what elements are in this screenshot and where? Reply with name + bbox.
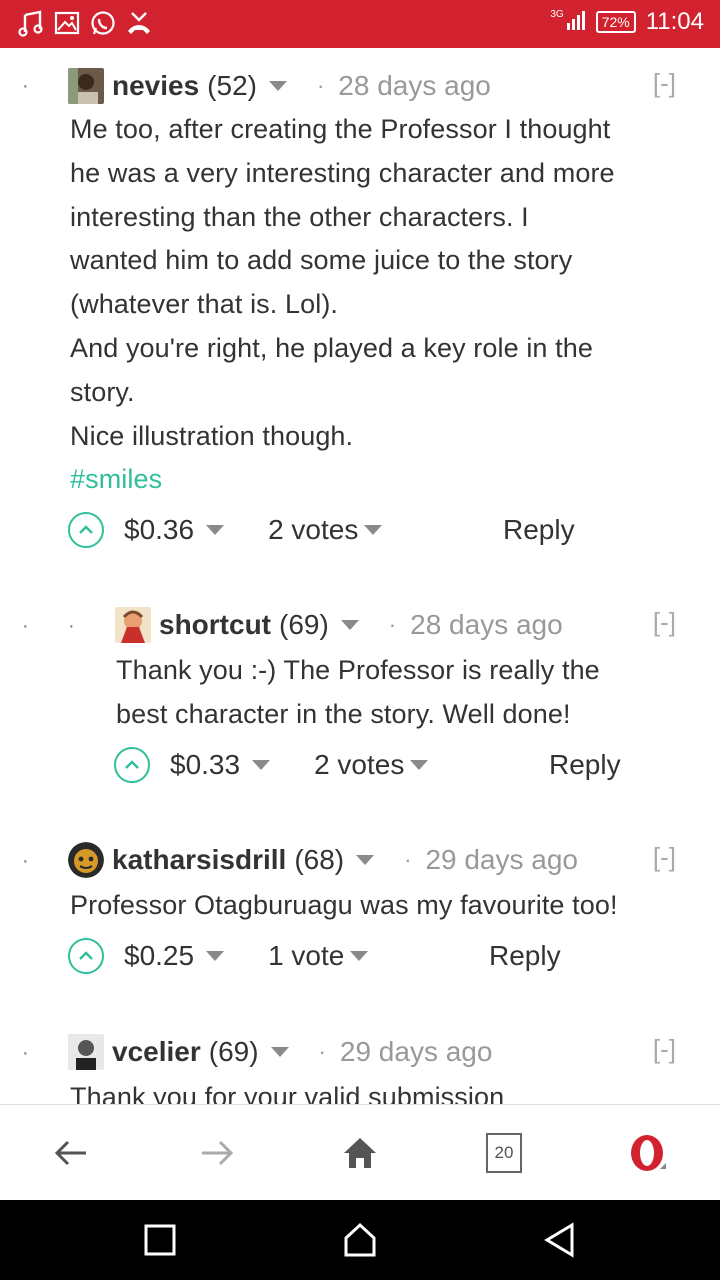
author-reputation: (52) — [207, 70, 257, 101]
chevron-up-icon — [125, 760, 139, 769]
payout-value[interactable]: $0.33 — [170, 749, 240, 781]
opera-menu-button[interactable] — [626, 1131, 670, 1175]
comment-line: Professor Otagburuagu was my favourite t… — [70, 890, 618, 920]
comment-date[interactable]: 29 days ago — [340, 1036, 493, 1068]
comment-body: Thank you for your valid submission — [70, 1076, 710, 1104]
chevron-up-icon — [79, 951, 93, 960]
avatar[interactable] — [68, 842, 104, 878]
comment-line: Me too, after creating the Professor I t… — [70, 114, 611, 144]
upvote-button[interactable] — [114, 747, 150, 783]
missed-call-icon — [126, 9, 152, 42]
system-navbar — [0, 1200, 720, 1280]
comment-line: Nice illustration though. — [70, 420, 354, 451]
arrow-left-icon — [54, 1140, 86, 1166]
thread-dot: · — [22, 850, 29, 872]
thread-dot: · — [22, 75, 29, 97]
chevron-down-icon[interactable] — [268, 81, 287, 91]
avatar[interactable] — [68, 68, 104, 104]
thread-dot: · — [22, 615, 29, 637]
status-bar: 3G 72% 11:04 — [0, 0, 720, 48]
author-name[interactable]: katharsisdrill — [112, 844, 286, 876]
home-icon — [344, 1138, 376, 1168]
upvote-button[interactable] — [68, 512, 104, 548]
author-reputation: (68) — [294, 844, 345, 875]
comment-line: Thank you :-) The Professor is really th… — [116, 655, 600, 685]
reply-button[interactable]: Reply — [489, 940, 561, 972]
comment-line: wanted him to add some juice to the stor… — [70, 245, 573, 276]
collapse-button[interactable]: [-] — [653, 1034, 676, 1065]
comment-line: best character in the story. Well done! — [116, 698, 571, 729]
whatsapp-icon — [90, 9, 116, 42]
arrow-right-icon — [202, 1140, 234, 1166]
network-type: 3G — [550, 8, 564, 20]
comment-line: interesting than the other characters. I — [70, 201, 529, 232]
comment-body: Thank you :-) The Professor is really th… — [116, 649, 706, 737]
home-nav-icon[interactable] — [342, 1222, 378, 1258]
browser-navbar: 20 — [0, 1104, 720, 1200]
home-button[interactable] — [338, 1131, 382, 1175]
chevron-down-icon[interactable] — [364, 525, 383, 535]
chevron-down-icon[interactable] — [206, 525, 225, 535]
avatar[interactable] — [68, 1034, 104, 1070]
recents-icon[interactable] — [142, 1222, 178, 1258]
comment-body: Professor Otagburuagu was my favourite t… — [70, 884, 710, 928]
comment-line: And you're right, he played a key role i… — [70, 332, 593, 363]
gallery-icon — [54, 9, 80, 42]
comment-line: Thank you for your valid submission — [70, 1082, 505, 1104]
chevron-down-icon[interactable] — [410, 760, 429, 770]
separator-dot: · — [318, 1039, 326, 1064]
signal-icon — [566, 9, 586, 36]
separator-dot: · — [404, 847, 412, 872]
reply-button[interactable]: Reply — [503, 514, 575, 546]
collapse-button[interactable]: [-] — [653, 68, 676, 99]
chevron-down-icon[interactable] — [356, 855, 375, 865]
battery-indicator: 72% — [595, 11, 636, 33]
comment-body: Me too, after creating the Professor I t… — [70, 108, 700, 502]
author-reputation: (69) — [208, 1036, 259, 1067]
separator-dot: · — [316, 73, 325, 98]
votes-count[interactable]: 2 votes — [314, 749, 404, 781]
thread-dot: · — [22, 1042, 29, 1064]
chevron-down-icon[interactable] — [270, 1047, 289, 1057]
votes-count[interactable]: 2 votes — [268, 514, 358, 546]
comment-date[interactable]: 28 days ago — [410, 609, 563, 641]
clock: 11:04 — [645, 8, 704, 35]
back-nav-icon[interactable] — [542, 1222, 578, 1258]
upvote-button[interactable] — [68, 938, 104, 974]
separator-dot: · — [388, 612, 397, 637]
chevron-up-icon — [79, 525, 93, 534]
payout-value[interactable]: $0.36 — [124, 514, 194, 546]
votes-count[interactable]: 1 vote — [268, 940, 344, 972]
opera-logo-icon — [631, 1135, 666, 1171]
comment-line: story. — [70, 376, 135, 407]
hashtag-link[interactable]: #smiles — [70, 458, 700, 502]
author-name[interactable]: vcelier — [112, 1036, 201, 1068]
comment-line: (whatever that is. Lol). — [70, 289, 339, 320]
chevron-down-icon[interactable] — [340, 620, 359, 630]
tabs-button[interactable]: 20 — [486, 1133, 522, 1173]
avatar[interactable] — [115, 607, 151, 643]
chevron-down-icon[interactable] — [350, 951, 369, 961]
comment-date[interactable]: 28 days ago — [338, 70, 491, 102]
reply-button[interactable]: Reply — [549, 749, 621, 781]
collapse-button[interactable]: [-] — [653, 607, 676, 638]
author-reputation: (69) — [279, 609, 329, 640]
chevron-down-icon[interactable] — [252, 760, 271, 770]
music-icon — [18, 9, 44, 42]
comments-list: · nevies (52) · 28 days ago [-] Me too, … — [0, 48, 720, 1104]
thread-dot: · — [68, 615, 75, 637]
author-name[interactable]: shortcut — [159, 609, 271, 641]
back-button[interactable] — [50, 1131, 94, 1175]
comment-line: he was a very interesting character and … — [70, 157, 615, 188]
payout-value[interactable]: $0.25 — [124, 940, 194, 972]
collapse-button[interactable]: [-] — [653, 842, 676, 873]
forward-button[interactable] — [194, 1131, 238, 1175]
chevron-down-icon[interactable] — [206, 951, 225, 961]
comment-date[interactable]: 29 days ago — [425, 844, 578, 876]
author-name[interactable]: nevies — [112, 70, 199, 102]
